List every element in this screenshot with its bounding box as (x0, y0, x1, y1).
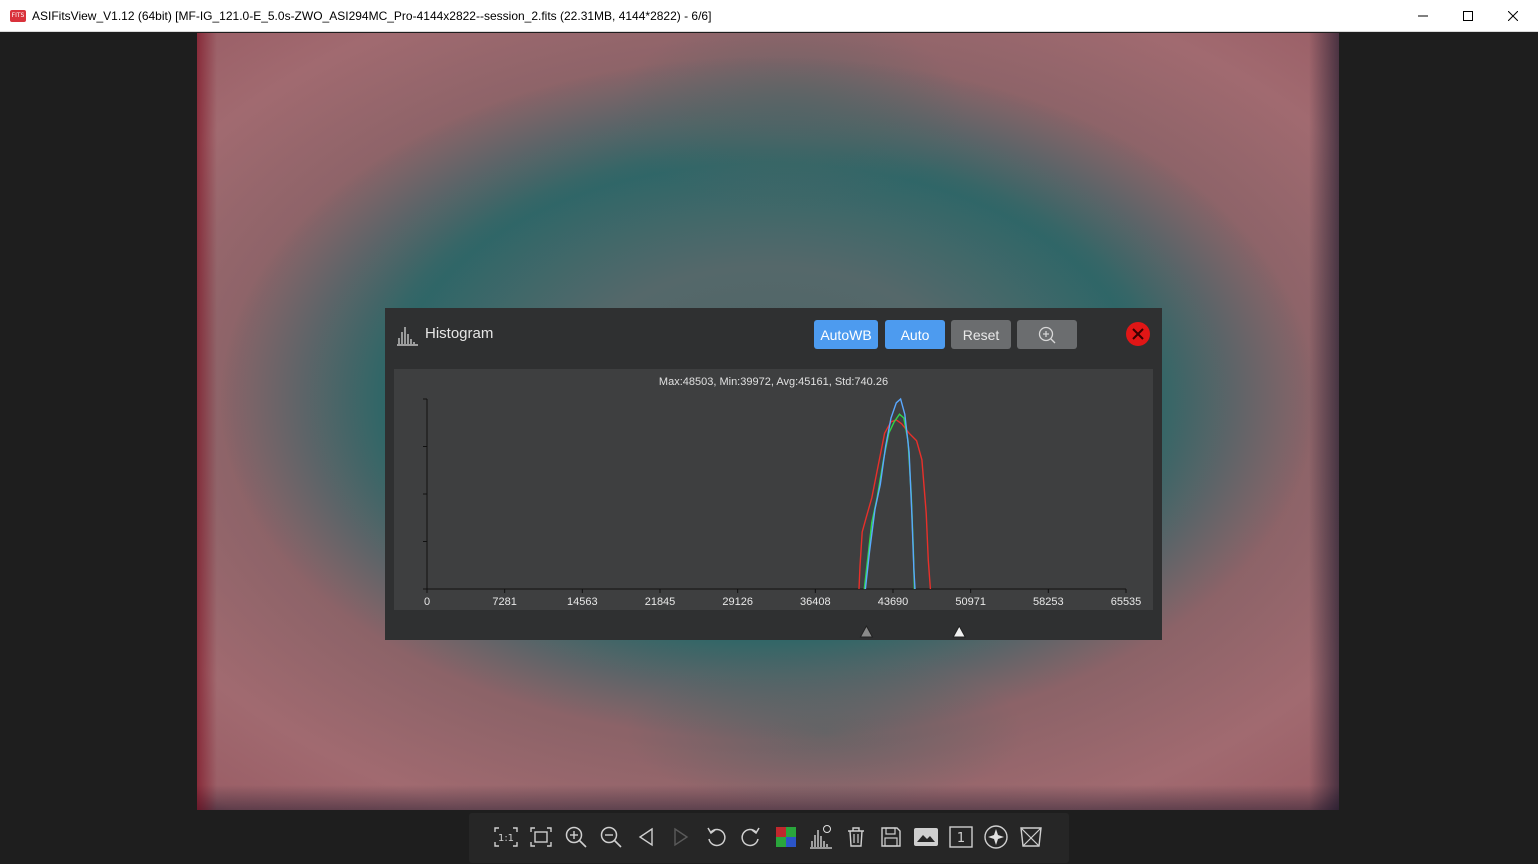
rotate-right-button[interactable] (736, 822, 766, 852)
zoom-out-icon (600, 826, 622, 848)
slider-high-handle (952, 624, 967, 638)
histogram-chart: 0 7281 14563 21845 29126 36408 43690 50971 58253… (423, 397, 1142, 608)
delete-button[interactable] (841, 822, 871, 852)
title-bar: FITS ASIFitsView_V1.12 (64bit) [MF-IG_12… (0, 0, 1538, 32)
star-detect-icon (984, 825, 1008, 849)
close-icon (1132, 328, 1144, 340)
reset-button[interactable]: Reset (951, 320, 1011, 349)
previous-button[interactable] (631, 822, 661, 852)
x-tick-label: 29126 (722, 596, 753, 608)
close-window-button[interactable] (1490, 0, 1536, 31)
minimize-button[interactable] (1400, 0, 1446, 31)
close-histogram-button[interactable] (1126, 322, 1150, 346)
zoom-in-button[interactable] (561, 822, 591, 852)
single-frame-button[interactable]: 1 (946, 822, 976, 852)
save-icon (881, 827, 901, 847)
autowb-button[interactable]: AutoWB (814, 320, 878, 349)
crop-button[interactable] (1016, 822, 1046, 852)
app-icon: FITS (10, 9, 26, 22)
star-detect-button[interactable] (981, 822, 1011, 852)
next-button[interactable] (666, 822, 696, 852)
rotate-right-icon (741, 827, 760, 847)
x-tick-label: 0 (424, 596, 430, 608)
slider-low-handle (859, 624, 874, 638)
single-frame-icon: 1 (949, 826, 973, 848)
histogram-zoom-button[interactable] (1017, 320, 1077, 349)
bottom-toolbar: 1:1 1 (469, 813, 1069, 863)
histogram-series-1 (863, 413, 916, 590)
crop-icon (1020, 827, 1042, 847)
rotate-left-button[interactable] (701, 822, 731, 852)
histogram-series-0 (858, 419, 932, 590)
maximize-icon (1463, 10, 1473, 21)
actual-size-icon: 1:1 (494, 827, 518, 847)
single-frame-label: 1 (957, 831, 965, 846)
window-title: ASIFitsView_V1.12 (64bit) [MF-IG_121.0-E… (32, 8, 712, 23)
x-tick-label: 21845 (645, 596, 676, 608)
zoom-out-button[interactable] (596, 822, 626, 852)
image-info-icon (914, 828, 938, 846)
image-info-button[interactable] (911, 822, 941, 852)
zoom-in-icon (565, 826, 587, 848)
fit-window-button[interactable] (526, 822, 556, 852)
next-icon (674, 827, 689, 847)
histogram-plot: Max:48503, Min:39972, Avg:45161, Std:740… (394, 369, 1153, 610)
actual-size-button[interactable]: 1:1 (491, 822, 521, 852)
histogram-button[interactable] (806, 822, 836, 852)
x-tick-label: 58253 (1033, 596, 1064, 608)
x-tick-label: 65535 (1111, 596, 1142, 608)
auto-button[interactable]: Auto (885, 320, 945, 349)
save-button[interactable] (876, 822, 906, 852)
maximize-button[interactable] (1445, 0, 1491, 31)
zoom-in-icon (1038, 326, 1056, 343)
x-tick-label: 7281 (492, 596, 516, 608)
histogram-icon (397, 327, 418, 346)
debayer-icon (776, 827, 796, 847)
actual-size-label: 1:1 (498, 833, 514, 844)
x-tick-label: 14563 (567, 596, 598, 608)
delete-icon (848, 827, 864, 847)
x-tick-label: 50971 (955, 596, 986, 608)
x-tick-label: 36408 (800, 596, 831, 608)
debayer-button[interactable] (771, 822, 801, 852)
histogram-icon (810, 825, 832, 849)
histogram-title: Histogram (425, 325, 494, 342)
histogram-slider[interactable] (385, 610, 1162, 640)
previous-icon (638, 827, 653, 847)
minimize-icon (1418, 15, 1428, 16)
rotate-left-icon (707, 827, 726, 847)
fit-window-icon (530, 827, 552, 847)
histogram-panel: Histogram AutoWB Auto Reset Max:48503, M… (385, 308, 1162, 640)
x-tick-label: 43690 (878, 596, 909, 608)
close-icon (1508, 10, 1518, 21)
